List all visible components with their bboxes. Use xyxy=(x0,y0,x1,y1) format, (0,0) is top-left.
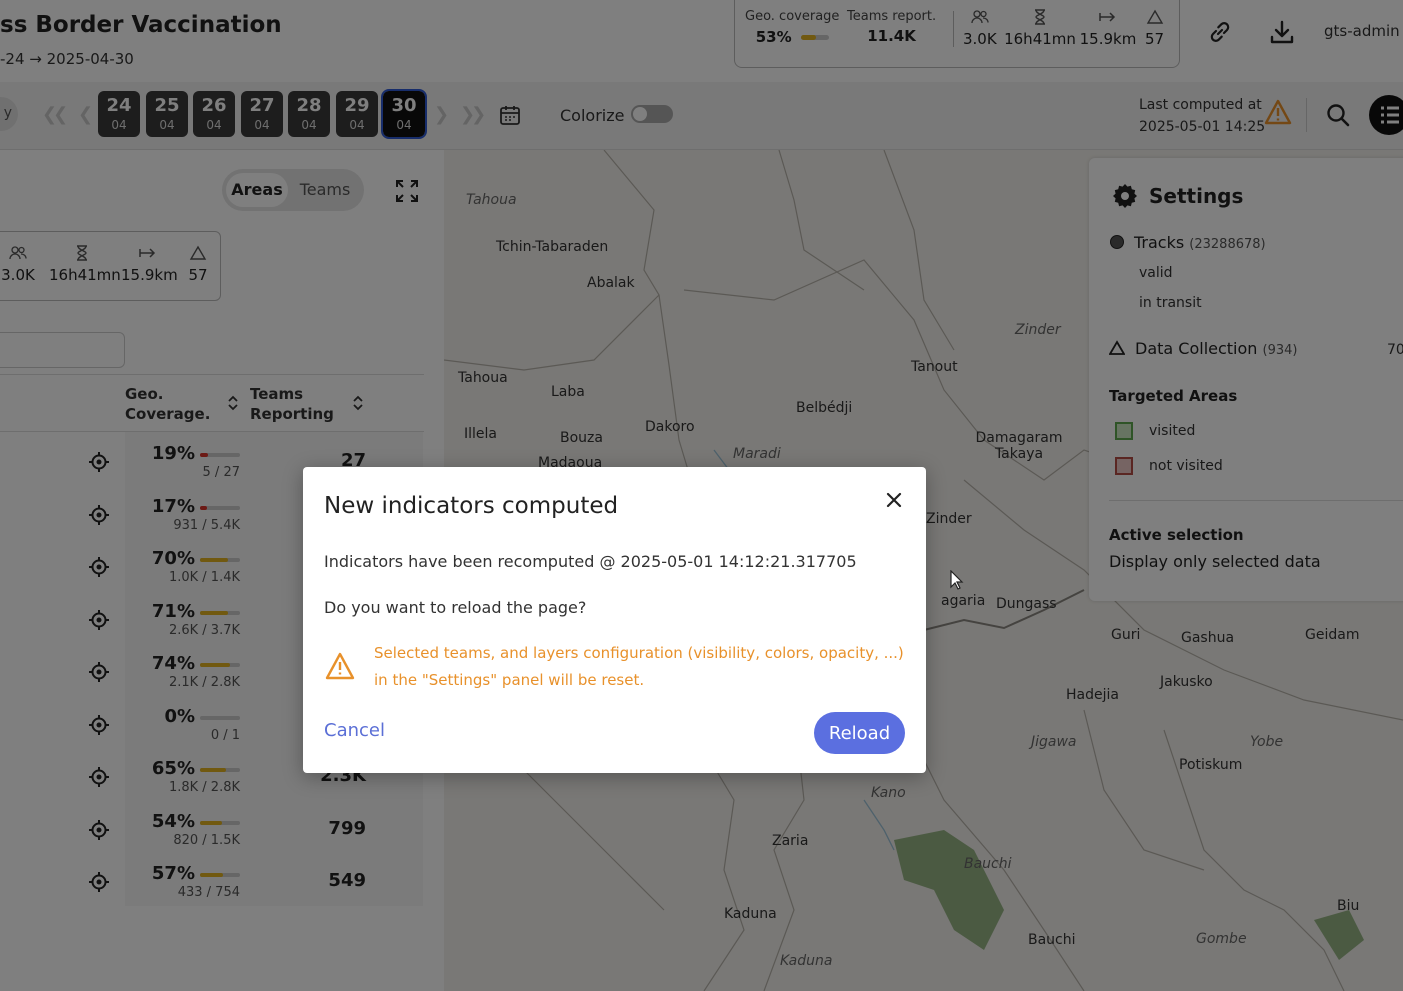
mouse-cursor-icon xyxy=(950,570,964,590)
close-icon[interactable] xyxy=(883,489,905,511)
dialog-title: New indicators computed xyxy=(324,493,619,519)
dialog-message: Indicators have been recomputed @ 2025-0… xyxy=(324,552,857,571)
dialog-question: Do you want to reload the page? xyxy=(324,598,587,617)
dialog-warning-text: Selected teams, and layers configuration… xyxy=(374,644,904,689)
warning-icon xyxy=(325,652,355,684)
reload-dialog: New indicators computed Indicators have … xyxy=(303,467,926,773)
reload-button[interactable]: Reload xyxy=(814,712,905,754)
cancel-button[interactable]: Cancel xyxy=(324,720,385,741)
